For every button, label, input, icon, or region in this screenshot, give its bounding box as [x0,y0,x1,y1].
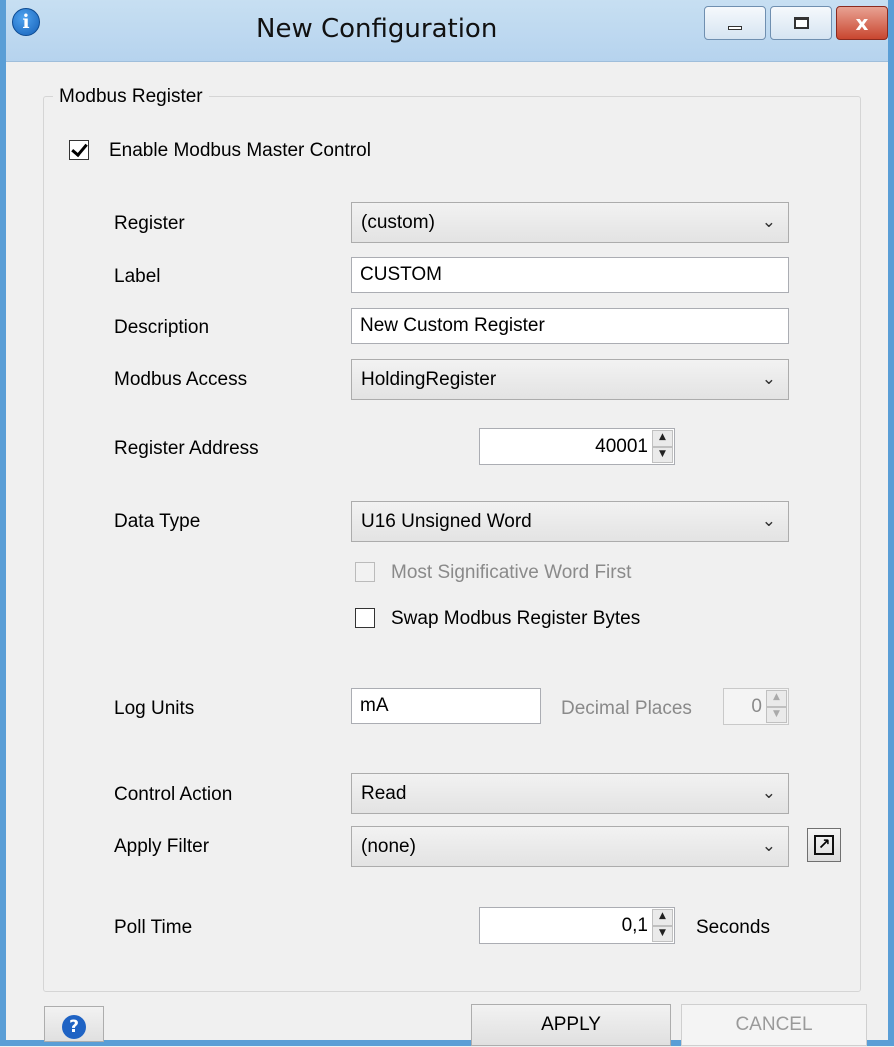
control-action-label: Control Action [114,784,233,805]
decimal-places-spinner[interactable]: 0 ▲ ▼ [723,688,789,725]
enable-master-label[interactable]: Enable Modbus Master Control [109,140,371,162]
control-action-select[interactable]: Read ⌄ [351,773,789,814]
spin-up-icon[interactable]: ▲ [652,909,673,926]
chevron-down-icon: ⌄ [761,511,776,531]
modbus-access-select[interactable]: HoldingRegister ⌄ [351,359,789,400]
modbus-access-value: HoldingRegister [361,369,497,390]
poll-time-label: Poll Time [114,917,193,938]
msw-first-label: Most Significative Word First [391,562,632,583]
register-select[interactable]: (custom) ⌄ [351,202,789,243]
close-icon: x [855,11,869,35]
register-address-label: Register Address [114,438,259,459]
cancel-button[interactable]: CANCEL [681,1004,867,1046]
control-action-value: Read [361,783,407,804]
apply-filter-select[interactable]: (none) ⌄ [351,826,789,867]
chevron-down-icon: ⌄ [761,783,776,803]
spinner-arrows[interactable]: ▲ ▼ [766,690,787,723]
popout-arrow-icon: ↗ [814,835,834,855]
help-button[interactable]: ? [44,1006,104,1042]
maximize-icon [793,17,809,29]
maximize-button[interactable] [770,6,832,40]
title-bar[interactable]: i New Configuration x [6,0,888,62]
apply-filter-value: (none) [361,836,416,857]
info-icon: i [12,8,40,36]
register-value: (custom) [361,212,435,233]
decimal-places-value: 0 [751,696,762,717]
msw-first-checkbox[interactable] [355,562,375,582]
filter-popout-button[interactable]: ↗ [807,828,841,862]
help-icon: ? [62,1015,86,1039]
label-input[interactable]: CUSTOM [351,257,789,293]
data-type-label: Data Type [114,511,201,532]
swap-bytes-checkbox[interactable] [355,608,375,628]
enable-master-checkbox[interactable] [69,140,89,160]
register-label: Register [114,213,185,234]
group-title: Modbus Register [53,86,209,108]
apply-filter-label: Apply Filter [114,836,210,857]
data-type-value: U16 Unsigned Word [361,511,532,532]
minimize-button[interactable] [704,6,766,40]
modbus-access-label: Modbus Access [114,369,248,390]
decimal-places-label: Decimal Places [561,698,692,719]
dialog-window: i New Configuration x Modbus Register En… [0,0,894,1046]
spin-down-icon[interactable]: ▼ [766,706,787,723]
close-button[interactable]: x [836,6,888,40]
swap-bytes-label[interactable]: Swap Modbus Register Bytes [391,608,640,630]
label-label: Label [114,266,161,287]
spin-down-icon[interactable]: ▼ [652,925,673,942]
chevron-down-icon: ⌄ [761,212,776,232]
poll-time-spinner[interactable]: 0,1 ▲ ▼ [479,907,675,944]
log-units-label: Log Units [114,698,195,719]
log-units-input[interactable]: mA [351,688,541,724]
register-address-value: 40001 [595,436,648,457]
minimize-icon [728,26,742,30]
data-type-select[interactable]: U16 Unsigned Word ⌄ [351,501,789,542]
spin-down-icon[interactable]: ▼ [652,446,673,463]
spin-up-icon[interactable]: ▲ [652,430,673,447]
poll-time-value: 0,1 [621,915,648,936]
window-title: New Configuration [256,14,498,44]
description-input[interactable]: New Custom Register [351,308,789,344]
spin-up-icon[interactable]: ▲ [766,690,787,707]
poll-time-unit: Seconds [696,917,770,938]
register-address-spinner[interactable]: 40001 ▲ ▼ [479,428,675,465]
spinner-arrows[interactable]: ▲ ▼ [652,430,673,463]
spinner-arrows[interactable]: ▲ ▼ [652,909,673,942]
chevron-down-icon: ⌄ [761,369,776,389]
apply-button[interactable]: APPLY [471,1004,671,1046]
chevron-down-icon: ⌄ [761,836,776,856]
description-label: Description [114,317,210,338]
